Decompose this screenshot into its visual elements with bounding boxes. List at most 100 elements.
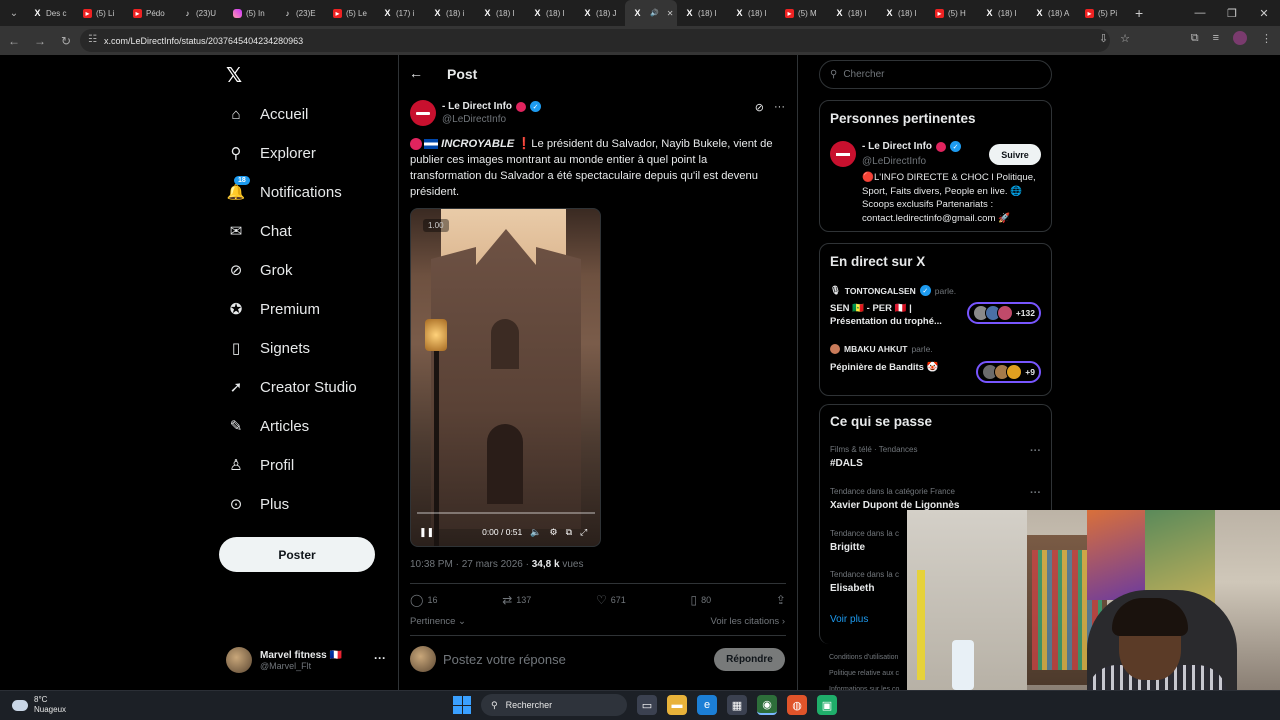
trend-more-icon[interactable]: ···: [1030, 445, 1041, 457]
nav-item-accueil[interactable]: ⌂ Accueil: [226, 95, 308, 133]
post-more-icon[interactable]: ···: [774, 101, 785, 114]
taskbar-search[interactable]: ⚲ Rechercher: [481, 694, 627, 716]
close-tab-icon[interactable]: ✕: [667, 9, 674, 18]
browser-tab[interactable]: ♪ (23)U: [175, 0, 225, 26]
repost-button[interactable]: ⇄ 137: [502, 593, 531, 607]
live-listeners[interactable]: +9: [976, 361, 1041, 383]
start-menu-icon[interactable]: [453, 696, 471, 714]
browser-tab[interactable]: X (18) I: [525, 0, 575, 26]
browser-tab[interactable]: (5) In: [225, 0, 275, 26]
live-space-title[interactable]: Pépinière de Bandits 🤡: [830, 361, 955, 374]
post-button[interactable]: Poster: [219, 537, 375, 572]
live-listeners[interactable]: +132: [966, 302, 1041, 324]
author-name[interactable]: - Le Direct Info ✓: [442, 101, 542, 112]
browser-tab[interactable]: ▸ (5) Pi: [1077, 0, 1127, 26]
nav-item-premium[interactable]: ✪ Premium: [226, 290, 320, 328]
browser-tab[interactable]: X (18) I: [475, 0, 525, 26]
reply-input[interactable]: Postez votre réponse: [443, 652, 566, 667]
pause-icon[interactable]: ❚❚: [419, 527, 434, 538]
video-player[interactable]: 1.00 ❚❚ 0:00 / 0:51 🔈 ⚙ ⧉ ⤢: [410, 208, 601, 547]
weather-widget[interactable]: 8°C Nuageux: [12, 695, 66, 715]
browser-tab[interactable]: ▸ (5) H: [927, 0, 977, 26]
account-switcher[interactable]: Marvel fitness 🇫🇷 @Marvel_Flt ···: [226, 643, 386, 677]
site-info-icon[interactable]: ☷: [88, 34, 97, 45]
edge-icon[interactable]: e: [697, 695, 717, 715]
browser-tab[interactable]: ▸ Pédo: [125, 0, 175, 26]
browser-tab[interactable]: X 🔊 ✕: [625, 0, 677, 26]
browser-tab[interactable]: ♪ (23)E: [275, 0, 325, 26]
browser-menu-icon[interactable]: ⋮: [1261, 32, 1272, 45]
store-icon[interactable]: ▦: [727, 695, 747, 715]
back-arrow-icon[interactable]: ←: [409, 65, 423, 81]
close-icon[interactable]: ✕: [1248, 0, 1280, 26]
search-input[interactable]: ⚲ Chercher: [819, 60, 1052, 89]
browser-tab[interactable]: ▸ (5) Li: [75, 0, 125, 26]
avatar[interactable]: [830, 141, 856, 167]
author-avatar[interactable]: [410, 100, 436, 126]
footer-link[interactable]: Conditions d'utilisation: [829, 650, 919, 666]
browser-tab[interactable]: X (18) I: [727, 0, 777, 26]
browser-tab[interactable]: X (17) i: [375, 0, 425, 26]
nav-item-explorer[interactable]: ⚲ Explorer: [226, 134, 316, 172]
trend-name[interactable]: Brigitte: [830, 542, 865, 553]
share-button[interactable]: ⇪: [776, 593, 786, 607]
video-progress-bar[interactable]: [417, 512, 595, 514]
install-app-icon[interactable]: ⇩: [1099, 32, 1108, 45]
browser-tab[interactable]: ▸ (5) Le: [325, 0, 375, 26]
browser-tab[interactable]: X Des c: [25, 0, 75, 26]
tab-search-icon[interactable]: ⌄: [3, 2, 25, 24]
grok-explain-icon[interactable]: ⊘: [755, 101, 764, 114]
browser-tab[interactable]: X (18) I: [827, 0, 877, 26]
extensions-icon[interactable]: ⧉: [1191, 32, 1199, 45]
firefox-icon[interactable]: ◍: [787, 695, 807, 715]
reload-icon[interactable]: ↻: [54, 29, 78, 53]
reply-submit-button[interactable]: Répondre: [714, 648, 785, 671]
browser-tab[interactable]: X (18) I: [977, 0, 1027, 26]
trend-name[interactable]: #DALS: [830, 458, 863, 469]
browser-profile-avatar[interactable]: [1233, 31, 1247, 45]
bookmark-button[interactable]: ▯ 80: [691, 593, 712, 607]
view-quotes-link[interactable]: Voir les citations ›: [711, 616, 785, 627]
bookmark-star-icon[interactable]: ☆: [1120, 32, 1130, 45]
fullscreen-icon[interactable]: ⤢: [580, 527, 587, 538]
restore-icon[interactable]: ❐: [1216, 0, 1248, 26]
footer-link[interactable]: Politique relative aux c: [829, 666, 919, 682]
nav-item-signets[interactable]: ▯ Signets: [226, 329, 310, 367]
file-explorer-icon[interactable]: ▬: [667, 695, 687, 715]
minimize-icon[interactable]: —: [1184, 0, 1216, 26]
author-handle[interactable]: @LeDirectInfo: [442, 114, 506, 125]
forward-icon[interactable]: →: [28, 29, 52, 53]
browser-tab[interactable]: ▸ (5) M: [777, 0, 827, 26]
see-more-link[interactable]: Voir plus: [830, 614, 868, 625]
nav-item-profil[interactable]: ♙ Profil: [226, 446, 294, 484]
chrome-icon[interactable]: ◉: [757, 695, 777, 715]
relevant-name[interactable]: - Le Direct Info ✓: [862, 141, 962, 152]
x-logo-icon[interactable]: 𝕏: [226, 63, 242, 88]
more-icon[interactable]: ···: [374, 651, 386, 665]
back-icon[interactable]: ←: [2, 29, 26, 53]
new-tab-button[interactable]: +: [1135, 5, 1143, 21]
like-button[interactable]: ♡ 671: [596, 593, 626, 607]
browser-tab[interactable]: X (18) i: [425, 0, 475, 26]
trend-more-icon[interactable]: ···: [1030, 487, 1041, 499]
post-time[interactable]: 10:38 PM · 27 mars 2026 ·: [410, 559, 532, 570]
media-icon[interactable]: ≡: [1213, 32, 1219, 44]
nav-item-notifications[interactable]: 🔔 18 Notifications: [226, 173, 342, 211]
browser-tab[interactable]: X (18) I: [677, 0, 727, 26]
nav-item-creator-studio[interactable]: ➚ Creator Studio: [226, 368, 357, 406]
pip-icon[interactable]: ⧉: [566, 527, 572, 538]
trend-name[interactable]: Elisabeth: [830, 583, 874, 594]
browser-tab[interactable]: X (18) J: [575, 0, 625, 26]
follow-button[interactable]: Suivre: [989, 144, 1041, 165]
sort-relevance[interactable]: Pertinence ⌄: [410, 616, 466, 627]
app-icon[interactable]: ▣: [817, 695, 837, 715]
browser-tab[interactable]: X (18) I: [877, 0, 927, 26]
url-field[interactable]: ☷ x.com/LeDirectInfo/status/203764540423…: [80, 29, 1110, 52]
live-space-title[interactable]: SEN 🇸🇳 - PER 🇵🇪 | Présentation du trophé…: [830, 302, 955, 328]
browser-tab[interactable]: X (18) A: [1027, 0, 1077, 26]
nav-item-chat[interactable]: ✉ Chat: [226, 212, 292, 250]
reply-button[interactable]: ◯ 16: [410, 593, 437, 607]
nav-item-plus[interactable]: ⊙ Plus: [226, 485, 289, 523]
volume-icon[interactable]: 🔈: [530, 527, 541, 538]
task-view-icon[interactable]: ▭: [637, 695, 657, 715]
